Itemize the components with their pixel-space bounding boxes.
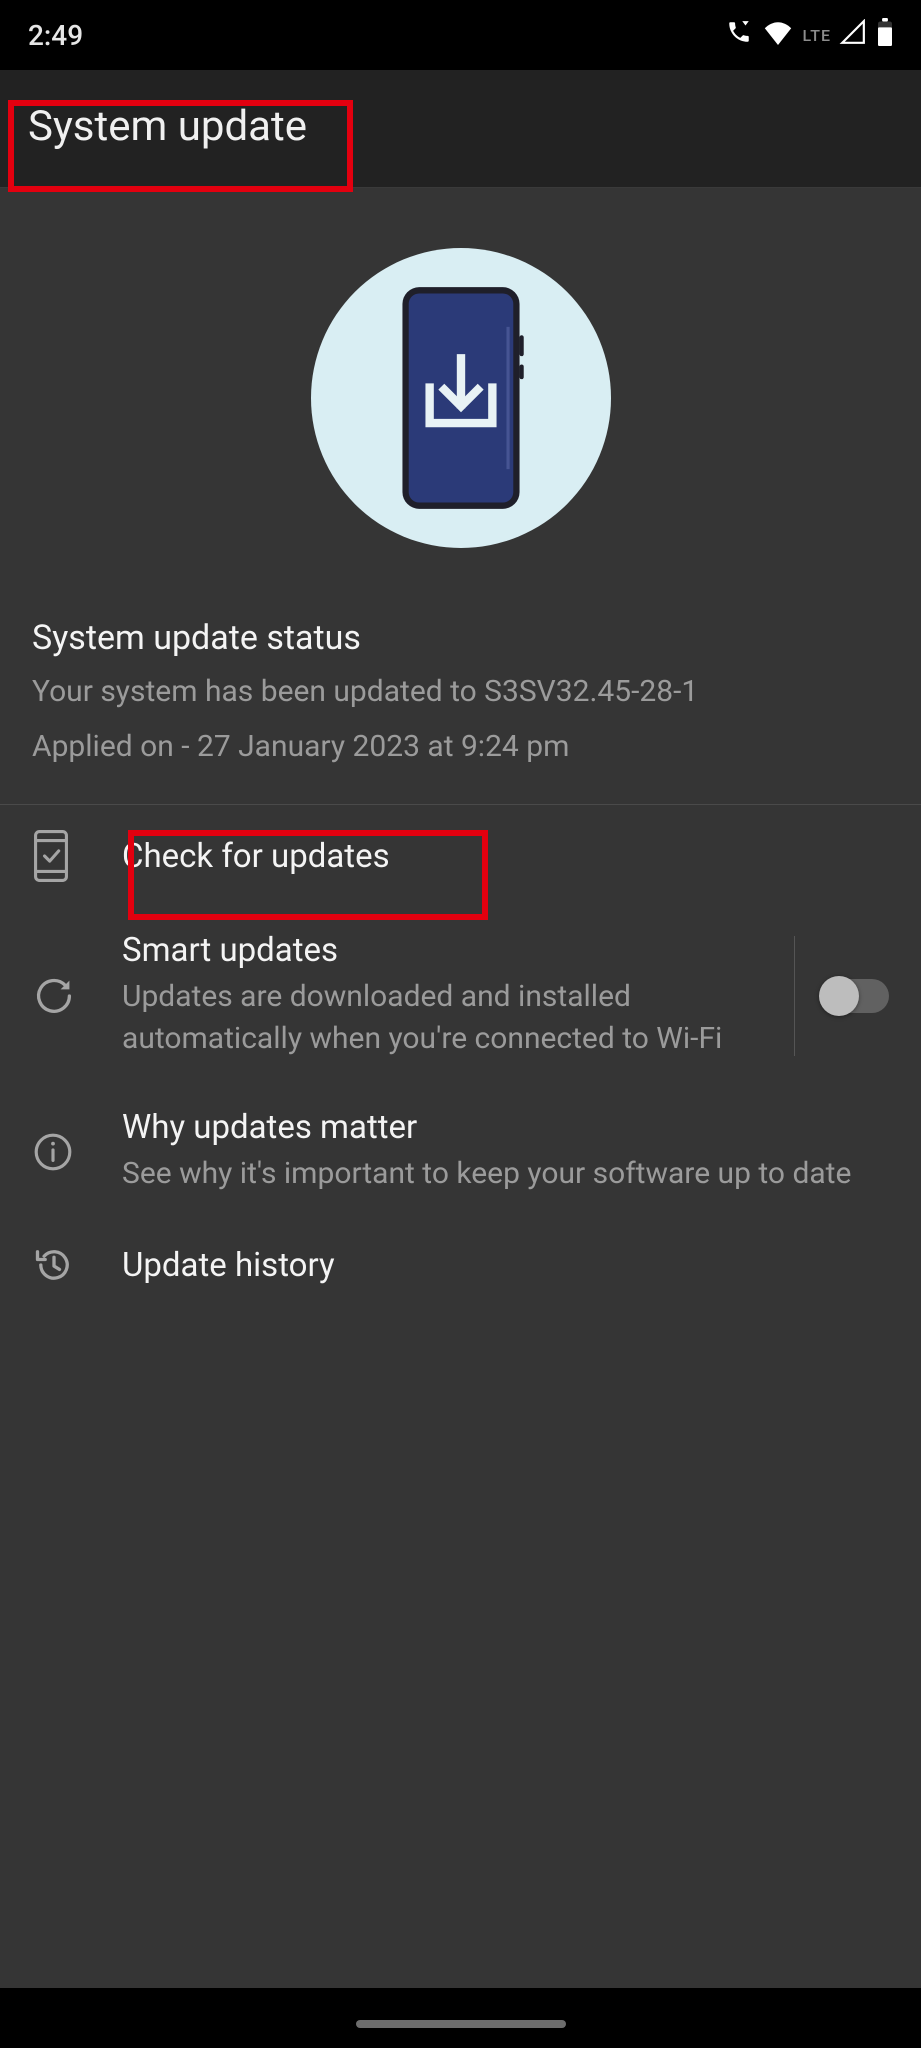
hero-illustration [0, 188, 921, 578]
check-updates-label: Check for updates [122, 837, 889, 876]
status-applied-date: Applied on - 27 January 2023 at 9:24 pm [32, 729, 889, 764]
hero-circle [311, 248, 611, 548]
why-updates-matter-item[interactable]: Why updates matter See why it's importan… [0, 1084, 921, 1219]
refresh-icon [32, 974, 92, 1018]
check-for-updates-item[interactable]: Check for updates [0, 805, 921, 907]
smart-updates-toggle[interactable] [823, 979, 889, 1013]
page-title: System update [28, 102, 893, 151]
page-body: System update status Your system has bee… [0, 188, 921, 1988]
smart-updates-sub: Updates are downloaded and installed aut… [122, 976, 770, 1060]
status-indicators: LTE [725, 18, 893, 53]
phone-check-icon [32, 829, 92, 883]
battery-icon [877, 18, 893, 53]
network-type-label: LTE [803, 26, 831, 45]
app-header: System update [0, 70, 921, 188]
cell-signal-icon [839, 19, 867, 52]
status-time: 2:49 [28, 19, 83, 52]
phone-download-icon [396, 283, 526, 513]
status-version: Your system has been updated to S3SV32.4… [32, 672, 889, 711]
info-icon [32, 1131, 92, 1173]
status-title: System update status [32, 618, 889, 658]
wifi-calling-icon [725, 19, 753, 52]
update-history-item[interactable]: Update history [0, 1219, 921, 1311]
status-bar: 2:49 LTE [0, 0, 921, 70]
history-icon [32, 1243, 92, 1287]
gesture-bar[interactable] [356, 2020, 566, 2028]
divider [794, 936, 795, 1056]
update-status-block: System update status Your system has bee… [0, 578, 921, 805]
why-updates-title: Why updates matter [122, 1108, 889, 1147]
why-updates-sub: See why it's important to keep your soft… [122, 1153, 889, 1195]
update-history-title: Update history [122, 1246, 889, 1285]
smart-updates-title: Smart updates [122, 931, 770, 970]
wifi-icon [763, 19, 793, 52]
smart-updates-item[interactable]: Smart updates Updates are downloaded and… [0, 907, 921, 1084]
